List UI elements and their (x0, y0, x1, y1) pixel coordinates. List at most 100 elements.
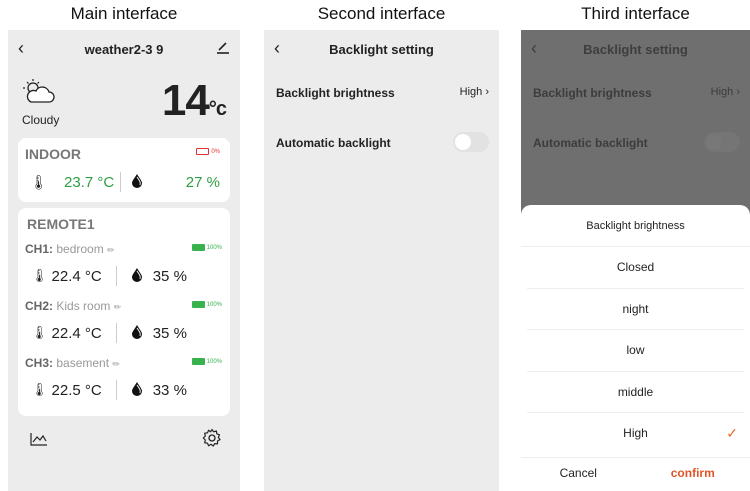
indoor-readings: 🌡 23.7 °C 27 % (30, 172, 220, 192)
checkmark-icon: ✓ (726, 425, 738, 441)
channel-name: Kids room (56, 299, 111, 313)
temp-unit: °c (208, 98, 227, 120)
humidity-icon (131, 173, 143, 192)
brightness-row[interactable]: Backlight brightness High › (533, 86, 740, 100)
channel-battery: 100% (191, 301, 222, 308)
humidity-icon (131, 267, 143, 286)
channel-readings: 🌡 22.5 °C 33 % (31, 380, 222, 400)
channel-2[interactable]: CH2: Kids room ✏ 100% 🌡 22.4 °C 35 % (25, 299, 222, 351)
battery-full-icon (191, 244, 205, 251)
channel-humidity: 33 % (152, 381, 187, 399)
toggle-knob (455, 134, 471, 150)
chevron-right-icon: › (485, 86, 489, 98)
auto-backlight-toggle[interactable] (704, 132, 740, 152)
thermometer-icon: 🌡 (30, 173, 48, 190)
pencil-icon[interactable]: ✏ (107, 245, 115, 255)
auto-backlight-row: Automatic backlight (276, 132, 489, 152)
divider (120, 172, 122, 192)
channel-readings: 🌡 22.4 °C 35 % (31, 323, 222, 343)
device-title: weather2-3 9 (84, 42, 164, 57)
humidity-icon (131, 381, 143, 400)
brightness-bottom-sheet: Backlight brightness Closed night low mi… (521, 205, 750, 491)
weather-condition: Cloudy (22, 78, 59, 127)
channel-battery-percent: 100% (206, 358, 222, 365)
divider (115, 266, 117, 286)
channel-readings: 🌡 22.4 °C 35 % (31, 266, 222, 286)
cloudy-icon (23, 79, 55, 103)
option-closed[interactable]: Closed (527, 247, 744, 289)
brightness-value: High › (711, 86, 740, 98)
auto-backlight-row: Automatic backlight (533, 132, 740, 152)
brightness-label: Backlight brightness (533, 86, 652, 100)
divider (115, 380, 117, 400)
channel-humidity: 35 % (152, 324, 187, 342)
caption-main: Main interface (70, 4, 178, 23)
chevron-right-icon: › (736, 86, 740, 98)
backlight-nav-bar: ‹ Backlight setting (521, 30, 750, 70)
battery-full-icon (191, 358, 205, 365)
brightness-value-text: High (459, 86, 483, 98)
remote-card[interactable]: REMOTE1 CH1: bedroom ✏ 100% 🌡 22.4 °C 35… (18, 208, 230, 416)
battery-low-icon (196, 148, 210, 155)
brightness-row[interactable]: Backlight brightness High › (276, 86, 489, 100)
brightness-value: High › (460, 86, 489, 98)
thermometer-icon: 🌡 (31, 268, 48, 283)
backlight-title: Backlight setting (583, 42, 688, 57)
humidity-icon (131, 324, 143, 343)
indoor-battery: 0% (196, 148, 220, 155)
channel-1[interactable]: CH1: bedroom ✏ 100% 🌡 22.4 °C 35 % (25, 242, 222, 294)
channel-id: CH3: (25, 356, 54, 370)
backlight-screen: ‹ Backlight setting Backlight brightness… (264, 30, 499, 491)
bottom-bar (8, 426, 240, 456)
indoor-card[interactable]: INDOOR 0% 🌡 23.7 °C 27 % (18, 138, 230, 202)
option-night[interactable]: night (527, 289, 744, 330)
option-low[interactable]: low (527, 330, 744, 372)
option-middle[interactable]: middle (527, 372, 744, 413)
sheet-footer: Cancel confirm (521, 457, 750, 491)
channel-id: CH2: (25, 299, 54, 313)
edit-icon[interactable] (216, 40, 230, 59)
backlight-nav-bar: ‹ Backlight setting (264, 30, 499, 70)
brightness-label: Backlight brightness (276, 86, 395, 100)
channel-name: basement (56, 356, 110, 370)
auto-backlight-toggle[interactable] (453, 132, 489, 152)
divider (115, 323, 117, 343)
remote-title: REMOTE1 (27, 216, 95, 232)
confirm-button[interactable]: confirm (636, 458, 750, 491)
indoor-humidity: 27 % (185, 173, 220, 191)
settings-gear-icon[interactable] (202, 428, 222, 453)
channel-battery: 100% (191, 244, 222, 251)
caption-third: Third interface (581, 4, 690, 23)
channel-3[interactable]: CH3: basement ✏ 100% 🌡 22.5 °C 33 % (25, 356, 222, 408)
sheet-title: Backlight brightness (521, 205, 750, 247)
brightness-value-text: High (710, 86, 734, 98)
channel-temperature: 22.4 °C (51, 324, 102, 342)
channel-temperature: 22.5 °C (51, 381, 102, 399)
channel-battery-percent: 100% (206, 301, 222, 308)
cancel-button[interactable]: Cancel (521, 458, 636, 491)
channel-id: CH1: (25, 242, 54, 256)
main-screen: ‹ weather2-3 9 Cloudy 14°c INDOOR 0% 🌡 2… (8, 30, 240, 491)
channel-name: bedroom (56, 242, 104, 256)
chart-icon[interactable] (30, 432, 48, 451)
main-nav-bar: ‹ weather2-3 9 (8, 30, 240, 70)
channel-battery: 100% (191, 358, 222, 365)
battery-full-icon (191, 301, 205, 308)
channel-humidity: 35 % (152, 267, 187, 285)
outdoor-temp-value: 14 (161, 76, 210, 125)
thermometer-icon: 🌡 (31, 382, 48, 397)
auto-backlight-label: Automatic backlight (533, 136, 648, 150)
pencil-icon[interactable]: ✏ (114, 302, 122, 312)
indoor-temperature: 23.7 °C (64, 173, 115, 191)
option-high-label: High (623, 426, 648, 440)
thermometer-icon: 🌡 (31, 325, 48, 340)
auto-backlight-label: Automatic backlight (276, 136, 391, 150)
channel-battery-percent: 100% (206, 244, 222, 251)
toggle-knob (706, 134, 722, 150)
pencil-icon[interactable]: ✏ (112, 359, 120, 369)
brightness-picker-screen: ‹ Backlight setting Backlight brightness… (521, 30, 750, 491)
condition-label: Cloudy (22, 113, 60, 127)
option-high[interactable]: High ✓ (527, 413, 744, 455)
channel-temperature: 22.4 °C (51, 267, 102, 285)
outdoor-temperature: 14°c (161, 76, 227, 126)
